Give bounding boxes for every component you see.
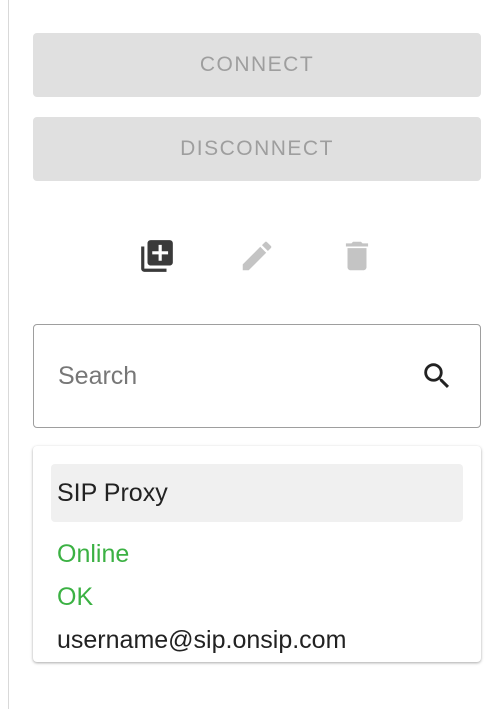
account-card-header[interactable]: SIP Proxy <box>51 464 463 522</box>
account-card[interactable]: SIP Proxy Online OK username@sip.onsip.c… <box>33 446 481 662</box>
account-toolbar <box>33 234 481 278</box>
search-field[interactable] <box>33 324 481 428</box>
disconnect-button[interactable]: DISCONNECT <box>33 117 481 181</box>
add-account-button[interactable] <box>137 236 177 276</box>
account-state: OK <box>57 583 94 611</box>
edit-account-button[interactable] <box>237 236 277 276</box>
trash-icon <box>345 241 369 271</box>
search-input[interactable] <box>58 361 420 391</box>
pencil-icon <box>242 241 272 271</box>
account-title: SIP Proxy <box>57 478 168 507</box>
search-icon[interactable] <box>420 359 454 393</box>
account-username: username@sip.onsip.com <box>57 626 347 654</box>
account-status: Online <box>57 540 130 568</box>
sip-panel: CONNECT DISCONNECT SIP Proxy <box>8 0 494 709</box>
connect-button[interactable]: CONNECT <box>33 33 481 97</box>
add-to-library-icon <box>141 240 173 272</box>
delete-account-button[interactable] <box>337 236 377 276</box>
